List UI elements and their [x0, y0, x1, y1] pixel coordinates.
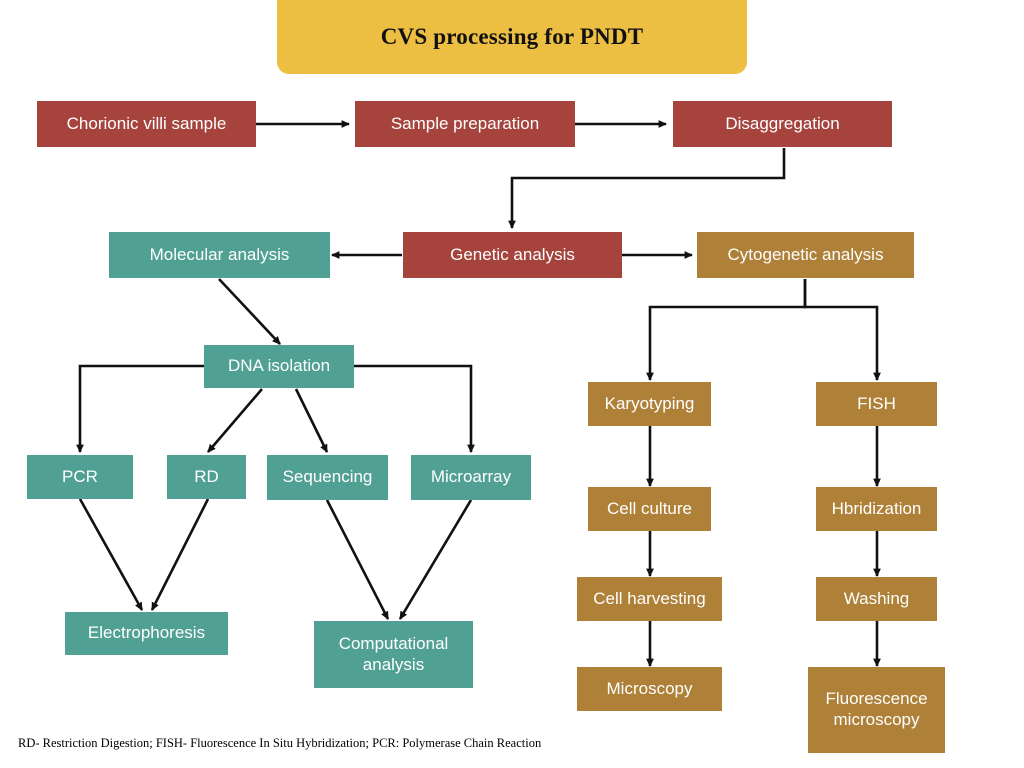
edge-dna-to-rd	[207, 388, 263, 453]
node-washing[interactable]: Washing	[816, 577, 937, 621]
edge-cyto-to-fish	[803, 279, 881, 381]
node-hbridization[interactable]: Hbridization	[816, 487, 937, 531]
edge-pcr-to-electrophoresis	[78, 498, 144, 611]
node-karyotyping[interactable]: Karyotyping	[588, 382, 711, 426]
edge-microarray-to-computational	[398, 499, 473, 620]
node-label: Cell harvesting	[593, 588, 706, 608]
node-label: Microscopy	[606, 678, 693, 698]
footnote-abbreviations: RD- Restriction Digestion; FISH- Fluores…	[18, 736, 542, 750]
node-label: Chorionic villi sample	[66, 113, 227, 133]
node-cell-culture[interactable]: Cell culture	[588, 487, 711, 531]
node-microscopy[interactable]: Microscopy	[577, 667, 722, 711]
node-cytogenetic-analysis[interactable]: Cytogenetic analysis	[697, 232, 914, 278]
edge-rd-to-electrophoresis	[150, 498, 210, 611]
node-label: Cytogenetic analysis	[727, 244, 884, 264]
node-label: FISH	[857, 393, 896, 413]
flowchart-canvas: CVS processing for PNDT Chorionic villi …	[0, 0, 1024, 768]
node-electrophoresis[interactable]: Electrophoresis	[65, 612, 228, 655]
node-sequencing[interactable]: Sequencing	[267, 455, 388, 500]
title-banner: CVS processing for PNDT	[277, 0, 747, 74]
node-label: Genetic analysis	[450, 244, 575, 264]
node-label: Electrophoresis	[87, 623, 206, 643]
page-title: CVS processing for PNDT	[380, 24, 644, 49]
node-label: Fluorescence microscopy	[825, 689, 928, 729]
node-label: Hbridization	[831, 498, 922, 518]
node-pcr[interactable]: PCR	[27, 455, 133, 499]
edge-dna-to-microarray	[349, 364, 475, 453]
node-computational-analysis[interactable]: Computational analysis	[314, 621, 473, 688]
edge-disagg-to-genetic	[508, 148, 786, 229]
node-disaggregation[interactable]: Disaggregation	[673, 101, 892, 147]
edge-sequencing-to-computational	[325, 499, 390, 620]
node-fluorescence-microscopy[interactable]: Fluorescence microscopy	[808, 667, 945, 753]
edge-cyto-to-karyotyping	[646, 279, 807, 381]
node-chorionic-villi-sample[interactable]: Chorionic villi sample	[37, 101, 256, 147]
node-label: Karyotyping	[604, 393, 695, 413]
node-label: DNA isolation	[227, 356, 331, 376]
node-label: Cell culture	[606, 498, 693, 518]
node-dna-isolation[interactable]: DNA isolation	[204, 345, 354, 388]
node-molecular-analysis[interactable]: Molecular analysis	[109, 232, 330, 278]
node-label: Molecular analysis	[149, 244, 290, 264]
node-microarray[interactable]: Microarray	[411, 455, 531, 500]
node-cell-harvesting[interactable]: Cell harvesting	[577, 577, 722, 621]
node-label: Washing	[843, 588, 910, 608]
node-label: PCR	[62, 466, 98, 486]
edge-dna-to-sequencing	[294, 388, 329, 453]
edge-molecular-to-dna	[218, 278, 281, 345]
node-label: Computational analysis	[338, 633, 449, 674]
edge-dna-to-pcr	[76, 364, 209, 453]
node-label: Disaggregation	[725, 113, 840, 133]
node-fish[interactable]: FISH	[816, 382, 937, 426]
node-label: Microarray	[430, 467, 512, 487]
node-genetic-analysis[interactable]: Genetic analysis	[403, 232, 622, 278]
node-sample-preparation[interactable]: Sample preparation	[355, 101, 575, 147]
node-rd[interactable]: RD	[167, 455, 246, 499]
node-label: RD	[194, 466, 219, 486]
node-label: Sample preparation	[390, 113, 540, 133]
node-label: Sequencing	[282, 467, 373, 487]
